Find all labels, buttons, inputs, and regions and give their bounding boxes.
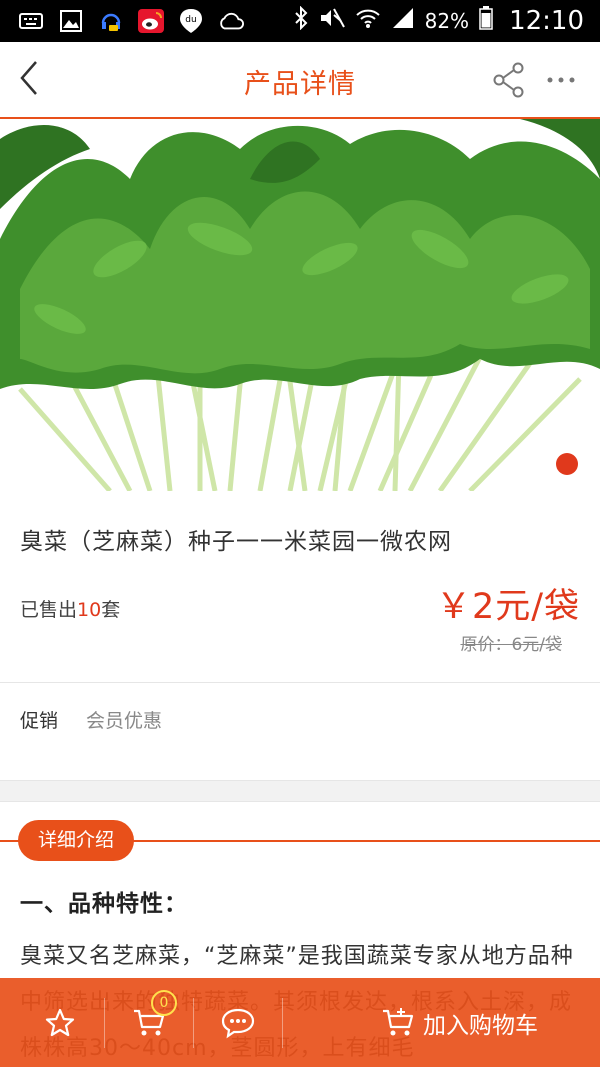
keyboard-icon [18, 9, 44, 33]
status-bar: du 82% 12:10 [0, 0, 600, 42]
arugula-image [0, 119, 600, 491]
original-price: 原价：6元/袋 [460, 635, 562, 655]
sold-prefix: 已售出 [20, 599, 78, 621]
sold-number: 10 [77, 599, 102, 621]
promotion-value: 会员优惠 [86, 710, 163, 732]
chat-button[interactable] [194, 978, 282, 1067]
favorite-button[interactable] [16, 978, 104, 1067]
image-icon [58, 9, 84, 33]
sold-count: 已售出10套 [20, 595, 120, 622]
bottom-toolbar: 0 加入购物车 [0, 978, 600, 1067]
top-navigation: 产品详情 [0, 42, 600, 119]
add-to-cart-button[interactable]: 加入购物车 [381, 1006, 538, 1040]
detail-heading: 一、品种特性： [20, 891, 188, 917]
cart-button[interactable]: 0 [105, 978, 193, 1067]
carousel-indicator[interactable] [556, 453, 578, 475]
share-button[interactable] [492, 62, 526, 98]
battery-percent: 82% [424, 9, 470, 33]
product-price: ￥2元/袋 [435, 587, 580, 627]
mute-icon [319, 7, 345, 35]
share-icon [493, 62, 524, 98]
product-title: 臭菜（芝麻菜）种子一一米菜园一微农网 [20, 529, 452, 555]
weibo-icon [138, 9, 164, 33]
wifi-icon [355, 7, 381, 35]
section-separator [0, 780, 600, 802]
more-button[interactable] [546, 72, 576, 86]
more-dots-icon [547, 77, 575, 83]
cart-plus-icon [383, 1007, 414, 1035]
cart-count-badge: 0 [151, 990, 177, 1016]
battery-icon [479, 6, 493, 36]
chat-bubble-icon [221, 1008, 255, 1038]
du-icon: du [178, 9, 204, 33]
cloud-icon [218, 9, 244, 33]
divider [0, 682, 600, 683]
star-icon [45, 1008, 75, 1036]
signal-icon [391, 7, 415, 35]
add-to-cart-label: 加入购物车 [423, 1012, 538, 1039]
svg-text:du: du [185, 15, 196, 25]
sold-unit: 套 [101, 599, 121, 621]
product-image-carousel[interactable] [0, 119, 600, 491]
tab-detail-intro[interactable]: 详细介绍 [18, 820, 135, 861]
bluetooth-icon [293, 5, 309, 36]
clock: 12:10 [509, 6, 584, 36]
headset-icon [98, 9, 124, 33]
toolbar-separator [282, 997, 283, 1048]
promotion-label: 促销 [20, 710, 59, 732]
